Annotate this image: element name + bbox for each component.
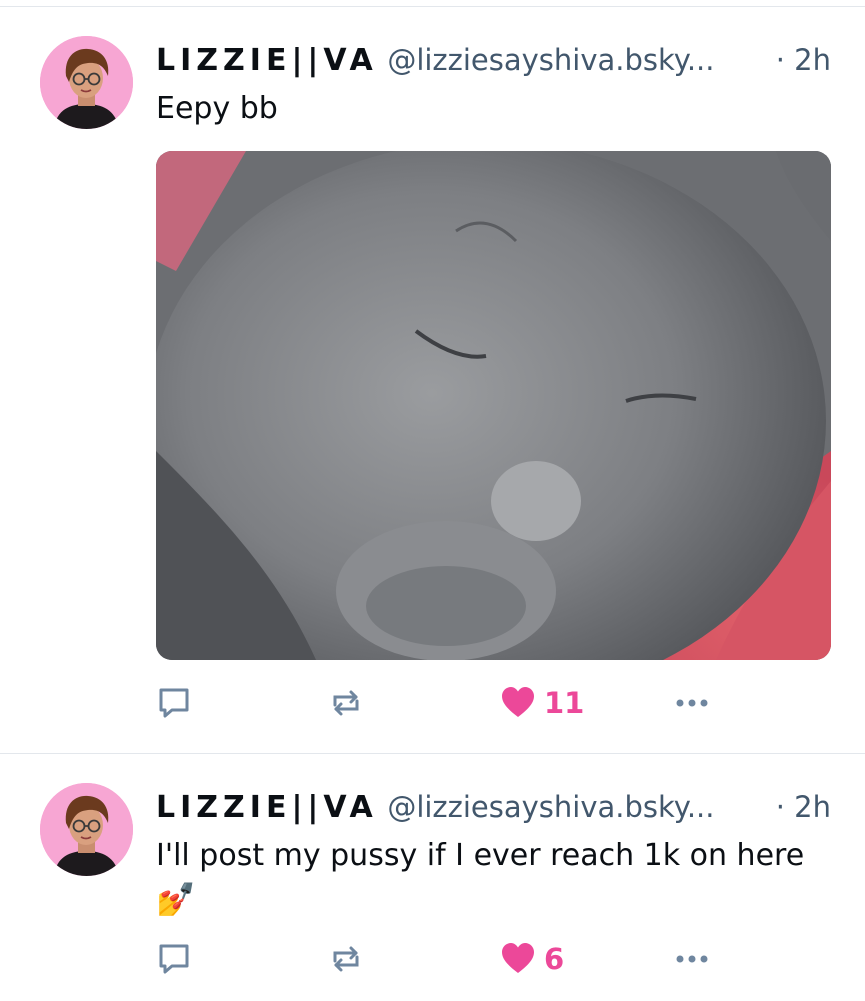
feed-post[interactable]: LIZZIE||VA @lizziesayshiva.bsky... · 2h … <box>0 753 865 1001</box>
avatar-illustration <box>40 36 133 129</box>
author-display-name[interactable]: LIZZIE||VA <box>156 43 378 78</box>
heart-icon <box>502 943 534 973</box>
like-button[interactable]: 6 <box>500 939 564 979</box>
repost-icon <box>333 690 359 716</box>
repost-icon <box>333 946 359 972</box>
reply-button[interactable] <box>156 939 192 979</box>
author-handle[interactable]: @lizziesayshiva.bsky... <box>387 790 714 824</box>
post-actions: 11 <box>156 683 831 723</box>
author-display-name[interactable]: LIZZIE||VA <box>156 790 378 825</box>
repost-button[interactable] <box>328 683 364 723</box>
more-icon <box>676 699 708 707</box>
more-options-button[interactable] <box>672 939 712 979</box>
heart-icon <box>502 687 534 717</box>
reply-button[interactable] <box>156 683 192 723</box>
post-header: LIZZIE||VA @lizziesayshiva.bsky... · 2h <box>156 38 831 82</box>
repost-button[interactable] <box>328 939 364 979</box>
post-timestamp[interactable]: · 2h <box>769 785 831 829</box>
more-options-button[interactable] <box>672 683 712 723</box>
avatar[interactable] <box>40 36 133 129</box>
post-header: LIZZIE||VA @lizziesayshiva.bsky... · 2h <box>156 785 831 829</box>
reply-icon <box>159 688 189 718</box>
post-text: Eepy bb <box>156 91 278 126</box>
post-timestamp[interactable]: · 2h <box>769 38 831 82</box>
reply-icon <box>159 944 189 974</box>
like-count: 6 <box>544 942 565 976</box>
post-actions: 6 <box>156 939 831 979</box>
post-text: I'll post my pussy if I ever reach 1k on… <box>156 838 805 873</box>
author-handle[interactable]: @lizziesayshiva.bsky... <box>387 43 714 77</box>
like-button[interactable]: 11 <box>500 683 584 723</box>
like-count: 11 <box>544 686 585 720</box>
more-icon <box>676 955 708 963</box>
sleeping-cat-photo <box>156 151 831 660</box>
feed-post[interactable]: LIZZIE||VA @lizziesayshiva.bsky... · 2h … <box>0 0 865 753</box>
avatar-illustration <box>40 783 133 876</box>
post-image[interactable] <box>156 151 831 660</box>
nail-polish-emoji: 💅 <box>156 880 196 918</box>
avatar[interactable] <box>40 783 133 876</box>
